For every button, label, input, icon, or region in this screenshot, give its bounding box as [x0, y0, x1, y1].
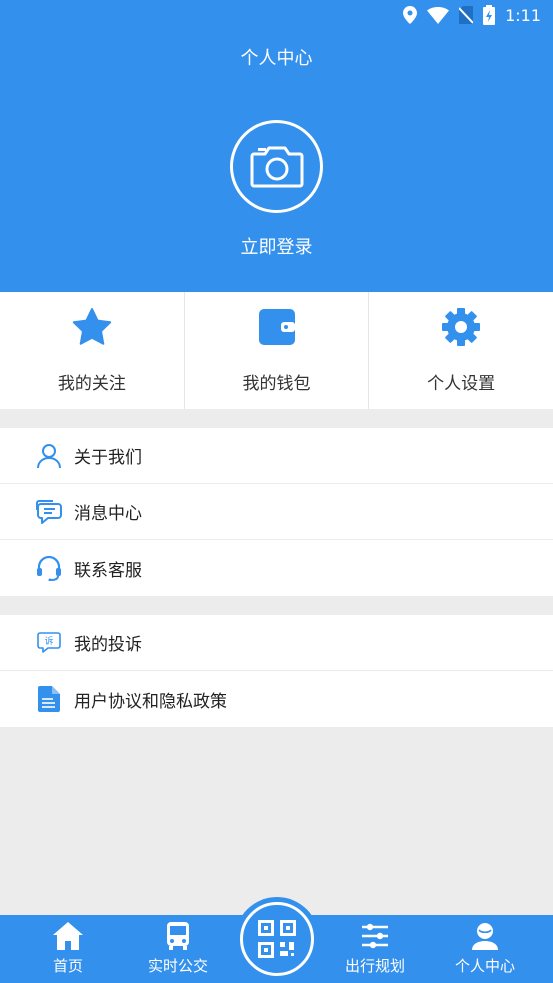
chat-bubbles-icon — [36, 499, 62, 524]
quick-item-label: 我的关注 — [57, 374, 126, 394]
camera-icon — [250, 146, 303, 187]
bus-icon — [167, 922, 189, 950]
quick-item-settings[interactable]: 个人设置 — [369, 292, 553, 409]
menu-item-about[interactable]: 关于我们 — [0, 428, 553, 484]
menu-item-label: 关于我们 — [74, 448, 142, 468]
qr-code-icon — [258, 920, 296, 958]
login-link[interactable]: 立即登录 — [0, 233, 553, 259]
menu-item-messages[interactable]: 消息中心 — [0, 484, 553, 540]
wifi-icon — [427, 6, 450, 24]
tab-label: 个人中心 — [454, 957, 515, 975]
document-icon — [38, 686, 60, 712]
gear-icon — [442, 308, 481, 346]
status-time: 1:11 — [505, 5, 541, 25]
menu-item-label: 用户协议和隐私政策 — [74, 691, 227, 712]
menu-item-label: 消息中心 — [74, 504, 142, 524]
no-sim-icon — [459, 6, 474, 24]
tab-label: 首页 — [52, 957, 83, 975]
profile-icon — [472, 923, 498, 950]
menu-item-support[interactable]: 联系客服 — [0, 540, 553, 596]
avatar[interactable] — [230, 120, 323, 213]
menu-item-agreement[interactable]: 用户协议和隐私政策 — [0, 671, 553, 727]
scan-qr-button[interactable] — [240, 902, 314, 976]
complaint-icon: 诉 — [37, 631, 61, 653]
headset-icon — [37, 555, 61, 581]
sliders-icon — [362, 923, 388, 949]
quick-item-wallet[interactable]: 我的钱包 — [185, 292, 370, 409]
tab-realtime-bus[interactable]: 实时公交 — [123, 915, 233, 983]
quick-item-label: 我的钱包 — [242, 374, 311, 394]
quick-item-label: 个人设置 — [427, 374, 496, 394]
user-outline-icon — [37, 443, 61, 468]
tab-home[interactable]: 首页 — [13, 915, 123, 983]
wallet-icon — [258, 309, 295, 345]
star-icon — [72, 308, 112, 345]
menu-group-primary: 关于我们 消息中心 联系客服 — [0, 428, 553, 596]
battery-charging-icon — [483, 5, 496, 25]
location-icon — [403, 6, 418, 24]
tab-trip-planning[interactable]: 出行规划 — [320, 915, 430, 983]
menu-item-label: 我的投诉 — [74, 635, 142, 655]
tab-profile[interactable]: 个人中心 — [430, 915, 540, 983]
tab-label: 实时公交 — [147, 957, 208, 975]
page-title: 个人中心 — [240, 48, 313, 69]
status-icons: 1:11 — [403, 4, 541, 26]
menu-item-complaints[interactable]: 诉 我的投诉 — [0, 615, 553, 671]
tab-label: 出行规划 — [344, 957, 405, 975]
status-bar: 1:11 — [0, 0, 553, 30]
complaint-icon-text: 诉 — [44, 635, 53, 647]
profile-header: 个人中心 立即登录 — [0, 30, 553, 292]
menu-group-secondary: 诉 我的投诉 用户协议和隐私政策 — [0, 615, 553, 727]
quick-item-follow[interactable]: 我的关注 — [0, 292, 185, 409]
quick-actions: 我的关注 我的钱包 个人设置 — [0, 292, 553, 409]
menu-item-label: 联系客服 — [74, 560, 142, 581]
home-icon — [53, 922, 83, 950]
